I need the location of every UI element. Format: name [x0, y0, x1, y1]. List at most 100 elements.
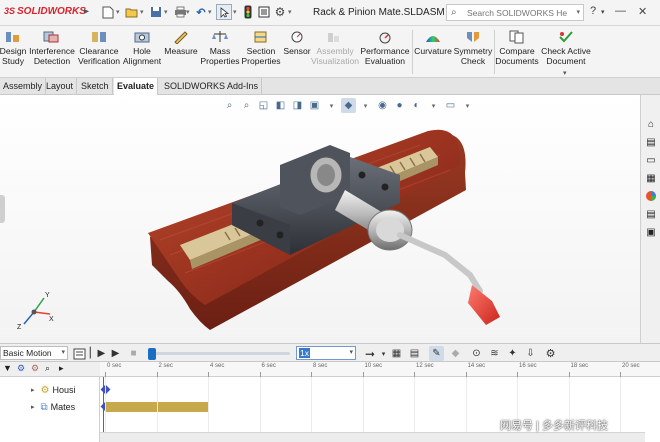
playback-speed-select[interactable]: 1x ▾	[296, 346, 356, 360]
file-explorer-icon[interactable]: ▭	[644, 153, 658, 167]
custom-properties-icon[interactable]: ▤	[644, 207, 658, 221]
save-dropdown-icon[interactable]: ▾	[164, 8, 168, 16]
graphics-area[interactable]: ⌕ ⌕ ◱ ◧ ◨ ▣ ▾ ◆ ▾ ◉ ● ◐ ▾ ▭ ▾ Y X Z	[0, 95, 640, 343]
play-icon[interactable]: ▶	[108, 346, 123, 361]
search-dropdown-icon[interactable]: ▾	[576, 8, 580, 16]
filter-selected-icon[interactable]: ⌕	[45, 363, 50, 374]
tab-evaluate[interactable]: Evaluate	[114, 78, 159, 96]
performance-evaluation-button[interactable]: Performance Evaluation	[358, 28, 412, 76]
study-type-select[interactable]: Basic Motion ▾	[0, 346, 68, 360]
search-box[interactable]: ⌕ ▾	[446, 4, 584, 21]
time-ruler[interactable]: 0 sec 2 sec 4 sec 6 sec 8 sec 10 sec 12 sec 14 …	[100, 362, 660, 377]
save-animation-icon[interactable]: ▦	[389, 346, 404, 361]
add-update-key-icon[interactable]: ◆	[448, 346, 463, 361]
ribbon-label: Design Study	[0, 46, 27, 66]
search-icon: ⌕	[451, 7, 457, 18]
tree-item-mates[interactable]: ▸ ⧉ Mates	[0, 399, 75, 415]
appearances-scenes-icon[interactable]	[644, 189, 658, 203]
tab-sketch[interactable]: Sketch	[78, 78, 113, 95]
expand-arrow-icon[interactable]: ▸	[31, 386, 35, 394]
select-dropdown-icon[interactable]: ▾	[233, 8, 237, 16]
undo-dropdown-icon[interactable]: ▾	[208, 8, 212, 16]
interference-detection-button[interactable]: Interference Detection	[28, 28, 76, 76]
assembly-visualization-button[interactable]: Assembly Visualization	[311, 28, 359, 76]
select-icon[interactable]	[216, 4, 232, 20]
measure-button[interactable]: Measure	[162, 28, 200, 76]
curvature-button[interactable]: Curvature	[413, 28, 453, 76]
undo-icon[interactable]: ↶	[193, 4, 209, 20]
play-from-start-icon[interactable]: ▏▶	[90, 346, 105, 361]
calculate-icon[interactable]	[72, 346, 87, 361]
options-dropdown-icon[interactable]: ▾	[288, 8, 292, 16]
measure-icon	[172, 29, 190, 45]
menu-expand-arrow-icon[interactable]: ▸	[84, 6, 89, 17]
open-dropdown-icon[interactable]: ▾	[140, 8, 144, 16]
save-icon[interactable]	[148, 4, 164, 20]
tree-item-housing[interactable]: ▸ ⚙ Housi	[0, 382, 76, 398]
tree-item-label: Housi	[52, 385, 76, 395]
animation-wizard-icon[interactable]: ▤	[407, 346, 422, 361]
solidworks-logo[interactable]: 3S SOLIDWORKS	[4, 6, 86, 17]
solidworks-forum-icon[interactable]: ▣	[644, 225, 658, 239]
document-title: Rack & Pinion Mate.SLDASM *	[313, 7, 452, 18]
motor-icon[interactable]: ⊙	[469, 346, 484, 361]
clearance-verification-button[interactable]: Clearance Verification	[76, 28, 122, 76]
hole-alignment-button[interactable]: Hole Alignment	[122, 28, 162, 76]
study-type-dropdown-icon: ▾	[61, 349, 65, 356]
new-dropdown-icon[interactable]: ▾	[116, 8, 120, 16]
mass-properties-icon	[211, 29, 229, 45]
view-palette-icon[interactable]: ▦	[644, 171, 658, 185]
timeline-scrollbar[interactable]	[100, 432, 645, 442]
tab-layout[interactable]: Layout	[43, 78, 78, 95]
filter-driving-icon[interactable]: ⚙	[31, 363, 39, 374]
file-properties-icon[interactable]	[256, 4, 272, 20]
tab-assembly[interactable]: Assembly	[0, 78, 47, 95]
command-manager-ribbon: Design Study Interference Detection Clea…	[0, 26, 660, 78]
expand-arrow-icon[interactable]: ▸	[31, 403, 35, 411]
rack-and-pinion-model[interactable]	[0, 95, 640, 343]
motion-study-properties-icon[interactable]: ⚙	[543, 346, 558, 361]
mates-folder-icon: ⧉	[40, 401, 48, 413]
section-properties-icon	[252, 29, 270, 45]
compare-documents-button[interactable]: Compare Documents	[495, 28, 539, 76]
help-icon[interactable]: ?	[590, 5, 596, 17]
options-icon[interactable]: ⚙	[272, 4, 288, 20]
help-dropdown-icon[interactable]: ▾	[601, 8, 605, 16]
section-properties-button[interactable]: Section Properties	[240, 28, 282, 76]
crank-handle	[397, 232, 500, 325]
time-tick-label: 12 sec	[416, 363, 434, 369]
gravity-icon[interactable]: ⇩	[523, 346, 538, 361]
filter-results-icon[interactable]: ▸	[59, 363, 64, 374]
design-library-icon[interactable]: ▤	[644, 135, 658, 149]
new-document-icon[interactable]	[100, 4, 116, 20]
symmetry-check-button[interactable]: Symmetry Check	[453, 28, 493, 76]
reference-triad: Y X Z	[17, 292, 54, 330]
filter-animated-icon[interactable]: ⚙	[17, 363, 25, 374]
playback-slider-thumb[interactable]	[148, 348, 156, 360]
filter-icon[interactable]: ▼	[3, 363, 12, 373]
minimize-button[interactable]: —	[615, 5, 626, 17]
rebuild-icon[interactable]	[240, 4, 256, 20]
print-dropdown-icon[interactable]: ▾	[186, 8, 190, 16]
ribbon-label: Mass Properties	[200, 46, 240, 66]
ribbon-label: Symmetry Check	[453, 46, 493, 66]
check-active-document-dropdown-icon[interactable]: ▾	[563, 69, 567, 77]
design-study-button[interactable]: Design Study	[0, 28, 26, 76]
open-icon[interactable]	[124, 4, 140, 20]
watermark: 网易号 | 多多新评科技	[500, 420, 608, 432]
contact-icon[interactable]: ✦	[505, 346, 520, 361]
symmetry-check-icon	[464, 29, 482, 45]
stop-icon[interactable]: ■	[126, 346, 141, 361]
tab-solidworks-add-ins[interactable]: SOLIDWORKS Add-Ins	[161, 78, 263, 95]
search-input[interactable]	[467, 7, 567, 19]
playback-slider-track[interactable]	[150, 352, 290, 355]
logo-text: SOLIDWORKS	[17, 6, 86, 17]
close-button[interactable]: ✕	[638, 5, 647, 18]
mass-properties-button[interactable]: Mass Properties	[200, 28, 240, 76]
spring-icon[interactable]: ≋	[487, 346, 502, 361]
command-manager-tabs: Assembly Layout Sketch Evaluate SOLIDWOR…	[0, 78, 660, 96]
autokey-icon[interactable]: ✎	[429, 346, 444, 361]
time-tick-label: 18 sec	[570, 363, 589, 369]
sensor-button[interactable]: Sensor	[282, 28, 312, 76]
solidworks-resources-icon[interactable]: ⌂	[644, 117, 658, 131]
